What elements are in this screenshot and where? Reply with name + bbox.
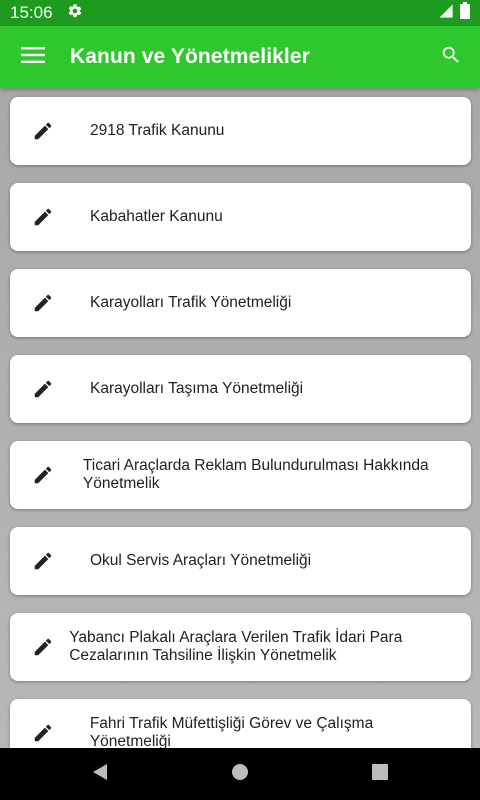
list-item[interactable]: Kabahatler Kanunu [10, 183, 471, 251]
search-button[interactable] [422, 26, 480, 88]
menu-icon [21, 46, 45, 69]
app-bar: Kanun ve Yönetmelikler [0, 26, 480, 88]
status-bar: 15:06 [0, 0, 480, 26]
home-icon [231, 763, 249, 786]
list-item-label: Karayolları Trafik Yönetmeliği [90, 294, 292, 311]
list-item-label: Karayolları Taşıma Yönetmeliği [90, 380, 304, 397]
edit-icon [32, 378, 90, 400]
list-item[interactable]: Fahri Trafik Müfettişliği Görev ve Çalış… [10, 699, 471, 748]
edit-icon [32, 722, 90, 744]
settings-icon [67, 3, 83, 24]
list-item-label: 2918 Trafik Kanunu [90, 122, 225, 139]
recents-button[interactable] [310, 748, 450, 800]
system-nav-bar [0, 748, 480, 800]
signal-icon [438, 3, 454, 24]
law-list: 2918 Trafik Kanunu Kabahatler Kanunu Kar… [0, 88, 480, 748]
list-item-label: Kabahatler Kanunu [90, 208, 223, 225]
battery-icon [460, 2, 470, 24]
recents-icon [372, 763, 388, 785]
list-item-label: Okul Servis Araçları Yönetmeliği [90, 552, 312, 569]
list-item-label: Ticari Araçlarda Reklam Bulundurulması H… [82, 457, 429, 492]
back-button[interactable] [30, 748, 170, 800]
edit-icon [32, 120, 90, 142]
list-item[interactable]: Okul Servis Araçları Yönetmeliği [10, 527, 471, 595]
list-item-label: Yabancı Plakalı Araçlara Verilen Trafik … [69, 629, 403, 664]
menu-button[interactable] [0, 26, 66, 88]
list-item[interactable]: Yabancı Plakalı Araçlara Verilen Trafik … [10, 613, 471, 681]
search-icon [440, 44, 462, 71]
list-item[interactable]: Karayolları Trafik Yönetmeliği [10, 269, 471, 337]
status-time: 15:06 [10, 3, 53, 22]
list-item-label: Fahri Trafik Müfettişliği Görev ve Çalış… [89, 715, 374, 748]
list-item[interactable]: Ticari Araçlarda Reklam Bulundurulması H… [10, 441, 471, 509]
home-button[interactable] [170, 748, 310, 800]
edit-icon [32, 550, 90, 572]
list-item[interactable]: 2918 Trafik Kanunu [10, 97, 471, 165]
edit-icon [32, 636, 69, 658]
edit-icon [32, 206, 90, 228]
edit-icon [32, 464, 83, 486]
back-icon [91, 763, 109, 786]
page-title: Kanun ve Yönetmelikler [70, 45, 310, 68]
list-item[interactable]: Karayolları Taşıma Yönetmeliği [10, 355, 471, 423]
edit-icon [32, 292, 90, 314]
